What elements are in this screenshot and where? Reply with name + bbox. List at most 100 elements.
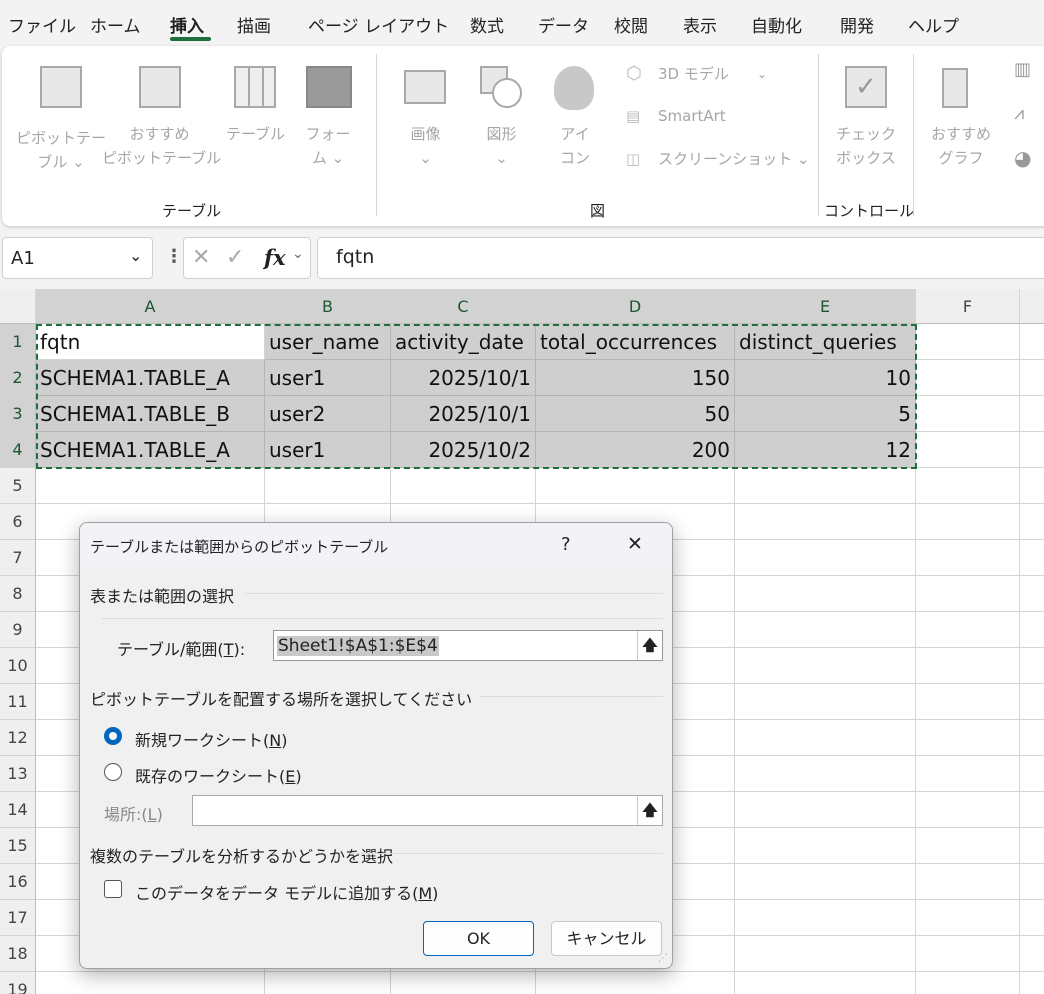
cell[interactable] <box>916 936 1020 972</box>
cell[interactable] <box>916 612 1020 648</box>
cell[interactable] <box>735 792 916 828</box>
cell[interactable] <box>916 504 1020 540</box>
tab-automate[interactable]: 自動化 <box>751 12 802 37</box>
tab-formulas[interactable]: 数式 <box>470 12 504 37</box>
tab-insert[interactable]: 挿入 <box>170 12 204 37</box>
insert-function-button[interactable]: fx <box>264 245 286 270</box>
row-header[interactable]: 7 <box>0 540 36 576</box>
cell[interactable] <box>735 936 916 972</box>
cell[interactable] <box>916 324 1020 360</box>
forms-button[interactable]: フォーム ⌄ <box>298 122 358 170</box>
cell[interactable]: 50 <box>536 396 735 432</box>
cell[interactable] <box>1020 360 1044 396</box>
pivot-table-button[interactable]: ピボットテー ブル ⌄ <box>16 126 106 174</box>
tab-page-layout[interactable]: ページ レイアウト <box>308 12 449 37</box>
data-model-checkbox[interactable] <box>104 880 122 898</box>
cell[interactable] <box>1020 828 1044 864</box>
cell[interactable] <box>1020 504 1044 540</box>
cell[interactable]: SCHEMA1.TABLE_B <box>36 396 265 432</box>
cell[interactable] <box>916 360 1020 396</box>
cell[interactable] <box>1020 324 1044 360</box>
line-chart-icon[interactable]: ⩘ <box>1014 102 1024 126</box>
collapse-dialog-button[interactable]: 🡅 <box>637 796 662 825</box>
cell[interactable] <box>916 756 1020 792</box>
column-header[interactable]: A <box>36 289 265 324</box>
cell[interactable] <box>735 756 916 792</box>
cell[interactable] <box>916 792 1020 828</box>
cell[interactable]: 12 <box>735 432 916 468</box>
cell[interactable]: distinct_queries <box>735 324 916 360</box>
row-header[interactable]: 10 <box>0 648 36 684</box>
row-header[interactable]: 5 <box>0 468 36 504</box>
row-header[interactable]: 18 <box>0 936 36 972</box>
row-header[interactable]: 2 <box>0 360 36 396</box>
cell[interactable] <box>916 684 1020 720</box>
column-header[interactable]: D <box>536 289 735 324</box>
cell[interactable] <box>735 900 916 936</box>
location-input[interactable]: 🡅 <box>192 795 663 826</box>
cell[interactable] <box>916 432 1020 468</box>
existing-worksheet-label[interactable]: 既存のワークシート(E) <box>135 763 302 787</box>
tab-draw[interactable]: 描画 <box>237 12 271 37</box>
table-button[interactable]: テーブル <box>218 122 293 146</box>
row-header[interactable]: 12 <box>0 720 36 756</box>
cell[interactable] <box>1020 432 1044 468</box>
cell[interactable]: user1 <box>265 432 391 468</box>
pie-chart-icon[interactable]: ◕ <box>1014 146 1031 170</box>
cell[interactable] <box>1020 612 1044 648</box>
cell[interactable] <box>1020 900 1044 936</box>
cell[interactable] <box>1020 468 1044 504</box>
new-worksheet-label[interactable]: 新規ワークシート(N) <box>135 727 287 751</box>
cell[interactable] <box>916 972 1020 994</box>
range-input[interactable]: Sheet1!$A$1:$E$4 🡅 <box>273 630 663 661</box>
chevron-down-icon[interactable]: ⌄ <box>292 246 304 262</box>
select-all-corner[interactable] <box>0 289 36 324</box>
cell[interactable] <box>735 468 916 504</box>
row-header[interactable]: 1 <box>0 324 36 360</box>
screenshot-button[interactable]: スクリーンショット ⌄ <box>658 147 810 171</box>
tab-view[interactable]: 表示 <box>683 12 717 37</box>
recommended-chart-button[interactable]: おすすめ グラフ <box>928 122 994 170</box>
cell[interactable] <box>735 864 916 900</box>
cell[interactable] <box>1020 720 1044 756</box>
tab-developer[interactable]: 開発 <box>840 12 874 37</box>
row-header[interactable]: 11 <box>0 684 36 720</box>
smartart-button[interactable]: SmartArt <box>658 104 726 128</box>
row-header[interactable]: 16 <box>0 864 36 900</box>
tab-data[interactable]: データ <box>538 12 589 37</box>
cell[interactable] <box>1020 792 1044 828</box>
shapes-button[interactable]: 図形 ⌄ <box>474 122 529 170</box>
cell[interactable] <box>916 540 1020 576</box>
column-header[interactable]: B <box>265 289 391 324</box>
radio-existing-worksheet[interactable] <box>104 763 122 781</box>
cell[interactable] <box>916 864 1020 900</box>
tab-review[interactable]: 校閲 <box>614 12 648 37</box>
cell[interactable] <box>265 468 391 504</box>
name-box[interactable]: A1 ⌄ <box>2 237 153 279</box>
cell[interactable]: 2025/10/1 <box>391 360 536 396</box>
column-header[interactable] <box>1020 289 1044 324</box>
close-button[interactable]: ✕ <box>627 533 643 555</box>
cell[interactable] <box>265 972 391 994</box>
cell[interactable]: 150 <box>536 360 735 396</box>
cell[interactable]: user_name <box>265 324 391 360</box>
row-header[interactable]: 6 <box>0 504 36 540</box>
cell[interactable] <box>1020 936 1044 972</box>
cell[interactable] <box>735 612 916 648</box>
cancel-button[interactable]: キャンセル <box>551 921 662 956</box>
bar-chart-icon[interactable]: ▥ <box>1014 58 1031 82</box>
row-header[interactable]: 9 <box>0 612 36 648</box>
cell[interactable]: user2 <box>265 396 391 432</box>
cell[interactable] <box>1020 648 1044 684</box>
cell[interactable]: fqtn <box>36 324 265 360</box>
tab-help[interactable]: ヘルプ <box>908 12 959 37</box>
cell[interactable]: SCHEMA1.TABLE_A <box>36 360 265 396</box>
cell[interactable] <box>1020 396 1044 432</box>
cell[interactable] <box>1020 540 1044 576</box>
row-header[interactable]: 3 <box>0 396 36 432</box>
tab-file[interactable]: ファイル <box>8 12 76 37</box>
cell[interactable] <box>916 576 1020 612</box>
row-header[interactable]: 4 <box>0 432 36 468</box>
checkbox-button[interactable]: チェック ボックス <box>834 122 898 170</box>
column-header[interactable]: E <box>735 289 916 324</box>
